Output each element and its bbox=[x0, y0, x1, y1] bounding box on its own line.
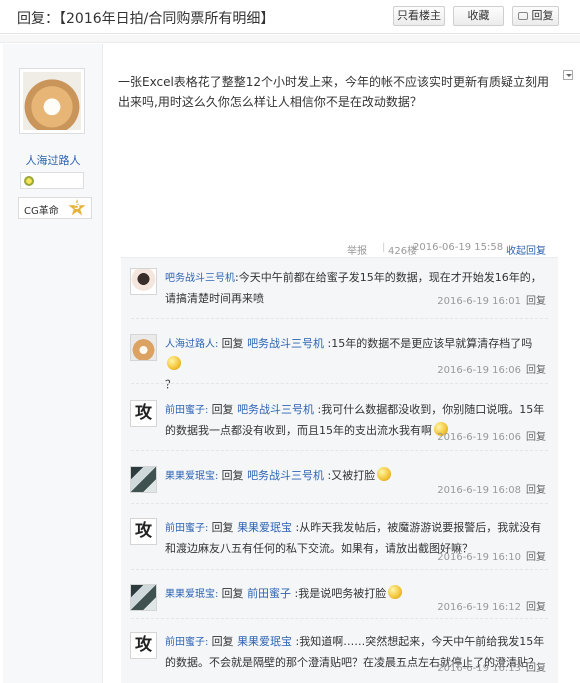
comment-reply-button[interactable]: 回复 bbox=[526, 602, 546, 613]
shiba-dog-avatar-icon bbox=[23, 72, 81, 130]
comment-reply-button[interactable]: 回复 bbox=[526, 365, 546, 376]
post-author-column: 人海过路人 CG革命 5 bbox=[3, 44, 103, 683]
reply-target-link[interactable]: 果果爱珉宝 bbox=[237, 521, 292, 534]
comment-time: 2016-6-19 16:08 bbox=[437, 485, 521, 496]
reply-label: 回复 bbox=[211, 403, 238, 416]
meta-separator: | bbox=[382, 242, 386, 253]
level-bar bbox=[20, 172, 84, 189]
comment-divider bbox=[131, 569, 548, 570]
comment-footer: 2016-6-19 16:12 回复 bbox=[437, 598, 546, 613]
comment-reply-button[interactable]: 回复 bbox=[526, 552, 546, 563]
comment-text: :又被打脸 bbox=[324, 469, 376, 482]
commenter-avatar[interactable] bbox=[130, 584, 157, 611]
comment-text: :15年的数据不是更应该早就算清存档了吗 bbox=[324, 337, 533, 350]
reply-label: 回复 bbox=[221, 587, 248, 600]
commenter-avatar[interactable] bbox=[130, 334, 157, 361]
comment-footer: 2016-6-19 16:10 回复 bbox=[437, 548, 546, 563]
reply-target-link[interactable]: 前田蜜子 bbox=[247, 587, 291, 600]
comment-reply-button[interactable]: 回复 bbox=[526, 663, 546, 674]
smiley-emoji-icon bbox=[388, 585, 403, 599]
author-name[interactable]: 人海过路人 bbox=[3, 152, 103, 168]
comment-footer: 2016-6-19 16:06 回复 bbox=[437, 361, 546, 376]
report-link[interactable]: 举报 bbox=[347, 242, 367, 257]
smiley-emoji-icon bbox=[377, 467, 392, 481]
comment-time: 2016-6-19 16:06 bbox=[437, 432, 521, 443]
comment-footer: 2016-6-19 16:06 回复 bbox=[437, 428, 546, 443]
comment-footer: 2016-6-19 16:08 回复 bbox=[437, 481, 546, 496]
commenter-avatar[interactable] bbox=[130, 466, 157, 493]
reply-button-label: 回复 bbox=[531, 9, 554, 22]
level-icon bbox=[24, 176, 34, 186]
comment-divider bbox=[131, 318, 548, 319]
comment-time: 2016-6-19 16:01 bbox=[437, 296, 521, 307]
commenter-name[interactable]: 前田蜜子 bbox=[165, 523, 205, 534]
reply-label: 回复 bbox=[211, 521, 238, 534]
reply-label: 回复 bbox=[221, 469, 248, 482]
commenter-name[interactable]: 前田蜜子 bbox=[165, 405, 205, 416]
reply-button[interactable]: 回复 bbox=[512, 6, 559, 26]
smiley-emoji-icon bbox=[167, 356, 181, 370]
comment-divider bbox=[131, 618, 548, 619]
author-only-button[interactable]: 只看楼主 bbox=[393, 6, 445, 26]
commenter-avatar[interactable]: 攻 bbox=[130, 400, 157, 427]
commenter-name[interactable]: 前田蜜子 bbox=[165, 637, 205, 648]
comment-divider bbox=[131, 503, 548, 504]
comment-reply-button[interactable]: 回复 bbox=[526, 296, 546, 307]
comment-text-continued: ？ bbox=[165, 378, 176, 391]
dropdown-arrow-icon[interactable] bbox=[563, 70, 573, 80]
thread-title: 回复：【2016年日拍/合同购票所有明细】 bbox=[17, 11, 275, 27]
comment-footer: 2016-6-19 16:13 回复 bbox=[437, 659, 546, 674]
collapse-replies-link[interactable]: 收起回复 bbox=[506, 242, 546, 257]
post-meta: 举报 | 426楼 2016-06-19 15:58 收起回复 bbox=[300, 240, 550, 258]
reply-target-link[interactable]: 吧务战斗三号机 bbox=[247, 469, 324, 482]
forum-badge[interactable]: CG革命 5 bbox=[18, 197, 92, 219]
comment-footer: 2016-6-19 16:01 回复 bbox=[437, 292, 546, 307]
commenter-name[interactable]: 果果爱珉宝 bbox=[165, 589, 215, 600]
comment-text: :我是说吧务被打脸 bbox=[291, 587, 387, 600]
badge-level: 5 bbox=[73, 202, 81, 212]
comment-list: 吧务战斗三号机:今天中午前都在给蜜子发15年的数据，现在才开始发16年的，请搞清… bbox=[121, 257, 558, 683]
commenter-avatar[interactable] bbox=[130, 268, 157, 295]
comment-divider bbox=[131, 383, 548, 384]
badge-name: CG革命 bbox=[24, 206, 59, 217]
post-content: 一张Excel表格花了整整12个小时发上来，今年的帐不应该实时更新有质疑立刻用出… bbox=[118, 75, 550, 109]
commenter-avatar[interactable]: 攻 bbox=[130, 632, 157, 659]
reply-label: 回复 bbox=[221, 337, 248, 350]
comment-divider bbox=[131, 450, 548, 451]
comment-reply-button[interactable]: 回复 bbox=[526, 432, 546, 443]
reply-label: 回复 bbox=[211, 635, 238, 648]
comment-time: 2016-6-19 16:12 bbox=[437, 602, 521, 613]
commenter-name[interactable]: 吧务战斗三号机 bbox=[165, 273, 235, 284]
speech-bubble-icon bbox=[517, 12, 528, 20]
reply-target-link[interactable]: 吧务战斗三号机 bbox=[237, 403, 314, 416]
comment-time: 2016-6-19 16:13 bbox=[437, 663, 521, 674]
commenter-avatar[interactable]: 攻 bbox=[130, 518, 157, 545]
comment-time: 2016-6-19 16:06 bbox=[437, 365, 521, 376]
commenter-name[interactable]: 人海过路人 bbox=[165, 339, 215, 350]
reply-target-link[interactable]: 果果爱珉宝 bbox=[237, 635, 292, 648]
post-date: 2016-06-19 15:58 bbox=[413, 242, 504, 253]
favorite-button[interactable]: 收藏 bbox=[453, 6, 504, 26]
comment-reply-button[interactable]: 回复 bbox=[526, 485, 546, 496]
author-avatar[interactable] bbox=[19, 68, 85, 134]
header-divider bbox=[0, 35, 580, 43]
thread-header: 回复：【2016年日拍/合同购票所有明细】 只看楼主 收藏 回复 bbox=[0, 0, 580, 34]
reply-target-link[interactable]: 吧务战斗三号机 bbox=[247, 337, 324, 350]
commenter-name[interactable]: 果果爱珉宝 bbox=[165, 471, 215, 482]
comment-time: 2016-6-19 16:10 bbox=[437, 552, 521, 563]
